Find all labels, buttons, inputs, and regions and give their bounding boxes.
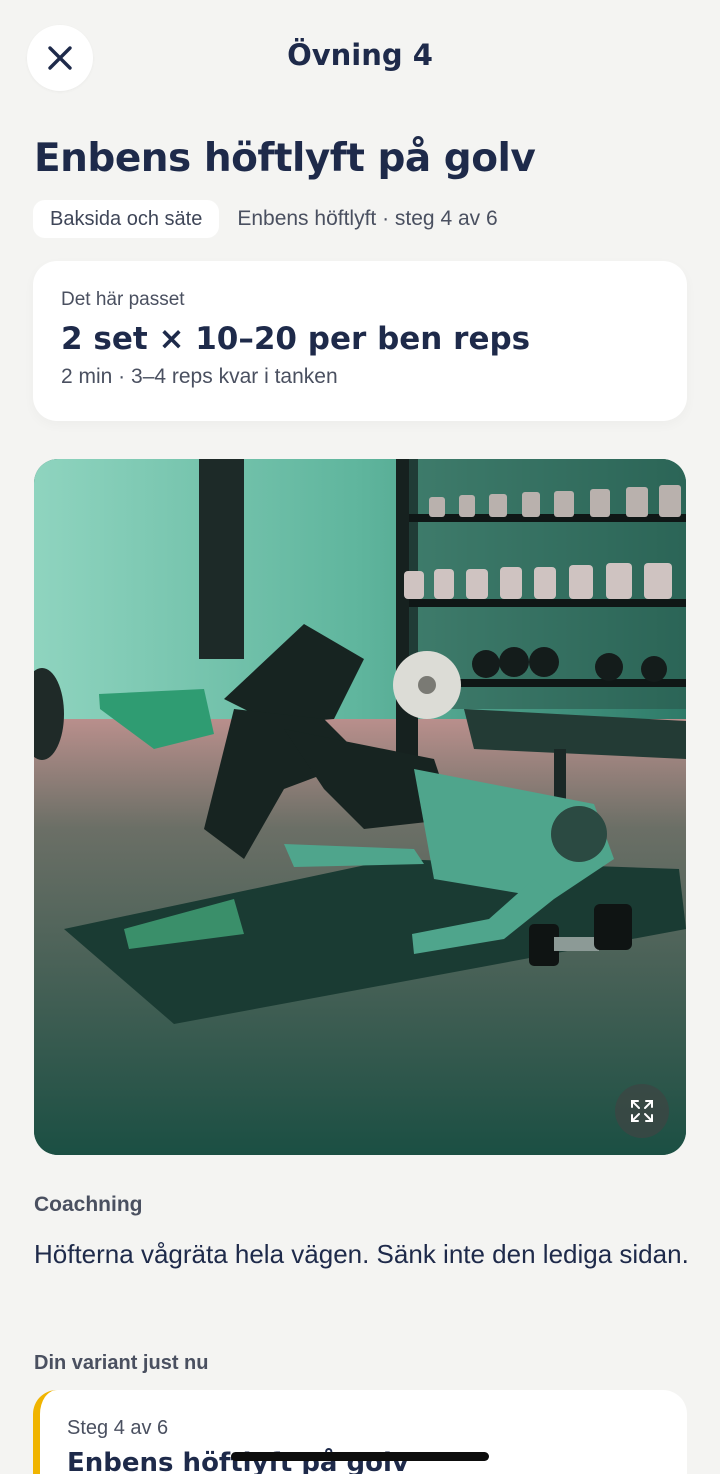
home-indicator xyxy=(231,1452,489,1461)
tag-row: Baksida och säte Enbens höftlyft · steg … xyxy=(33,200,498,238)
session-meta: 2 min · 3–4 reps kvar i tanken xyxy=(61,365,338,388)
page-title: Enbens höftlyft på golv xyxy=(34,136,536,181)
session-card: Det här passet 2 set × 10–20 per ben rep… xyxy=(33,261,687,421)
coaching-label: Coachning xyxy=(34,1193,143,1216)
header-title: Övning 4 xyxy=(287,38,433,72)
progression-subtitle: Enbens höftlyft · steg 4 av 6 xyxy=(237,207,498,230)
variant-step: Steg 4 av 6 xyxy=(67,1417,169,1439)
coaching-text: Höfterna vågräta hela vägen. Sänk inte d… xyxy=(34,1239,689,1269)
exercise-image[interactable] xyxy=(34,459,686,1155)
session-label: Det här passet xyxy=(61,289,185,310)
expand-icon xyxy=(631,1100,653,1122)
session-sets: 2 set × 10–20 per ben reps xyxy=(61,321,531,357)
exercise-illustration xyxy=(34,459,686,1155)
variant-card[interactable]: Steg 4 av 6 Enbens höftlyft på golv xyxy=(33,1390,687,1474)
expand-button[interactable] xyxy=(615,1084,669,1138)
variant-label: Din variant just nu xyxy=(34,1352,209,1374)
category-tag: Baksida och säte xyxy=(33,200,220,238)
